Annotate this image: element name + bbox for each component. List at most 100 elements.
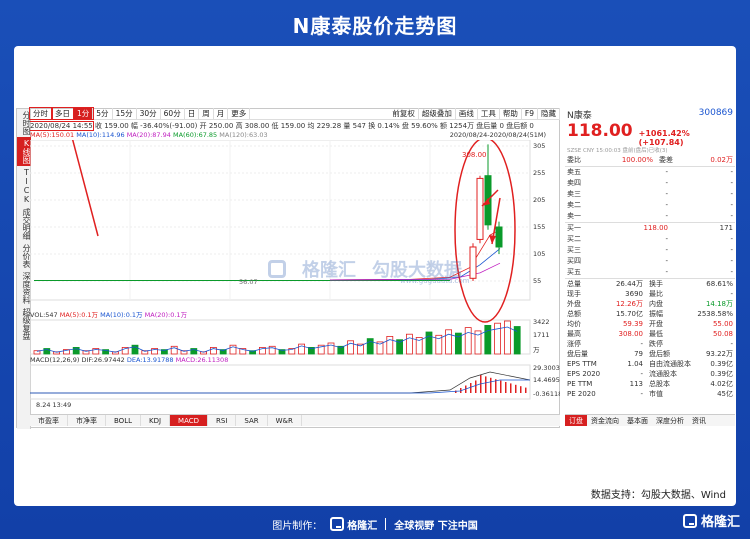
period-tab-4[interactable]: 15分 xyxy=(113,108,137,119)
candle xyxy=(476,177,484,240)
bid-row-1-price: - xyxy=(665,235,668,243)
stat-value-a: - xyxy=(640,390,643,398)
indicator-tab-2[interactable]: BOLL xyxy=(106,415,141,426)
period-tab-6[interactable]: 60分 xyxy=(161,108,185,119)
left-nav-item-2[interactable]: TICK xyxy=(17,166,31,206)
quote-tab-4[interactable]: 资讯 xyxy=(688,415,710,426)
period-tab-0[interactable]: 分时 xyxy=(29,107,53,120)
bid-row-2-label: 买三 xyxy=(567,246,581,254)
ask-row-3-vol: - xyxy=(730,201,733,209)
period-tab-5[interactable]: 30分 xyxy=(137,108,161,119)
stat-value-b: 2538.58% xyxy=(697,310,733,318)
toolbar-tab-3[interactable]: 工具 xyxy=(478,108,500,119)
left-nav-item-1[interactable]: K线图 xyxy=(17,137,31,166)
stat-value-a: 12.26万 xyxy=(615,300,643,308)
stock-change: +1061.42%(+107.84) xyxy=(638,129,690,147)
stat-value-b: 93.22万 xyxy=(705,350,733,358)
stock-sub: SZSE CNY 15:00:03 盘前(盘后)已收(3) xyxy=(567,148,668,154)
left-nav-item-4[interactable]: 分价表 xyxy=(17,242,31,270)
bid-row-1: 买二 - - xyxy=(565,234,735,245)
price-tick: 205 xyxy=(533,196,545,204)
left-nav-item-0[interactable]: 分时图 xyxy=(17,109,31,137)
ask-row-3-label: 卖二 xyxy=(567,201,581,209)
vol-ma-curve xyxy=(36,326,518,353)
bid-row-2-price: - xyxy=(665,246,668,254)
candle xyxy=(495,226,503,248)
toolbar-tab-2[interactable]: 画线 xyxy=(456,108,478,119)
volume-tick: 3422 xyxy=(533,318,550,326)
stat-label-b: 内盘 xyxy=(649,300,663,308)
watermark-url: www.gugudata.com xyxy=(400,277,470,285)
stat-row-6: 涨停 - 跌停 - xyxy=(565,339,735,349)
period-tab-3[interactable]: 5分 xyxy=(93,108,113,119)
stat-label-b: 振幅 xyxy=(649,310,663,318)
data-source: 数据支持：勾股大数据、Wind xyxy=(590,490,726,501)
bid-row-3-price: - xyxy=(665,257,668,265)
range-label: 2020/08/24-2020/08/24(51M) xyxy=(449,131,546,139)
toolbar-tab-4[interactable]: 帮助 xyxy=(500,108,522,119)
indicator-tab-0[interactable]: 市盈率 xyxy=(30,415,68,426)
quote-tab-3[interactable]: 深度分析 xyxy=(652,415,688,426)
macd-bar xyxy=(510,383,512,393)
bid-row-2: 买三 - - xyxy=(565,245,735,256)
left-nav-item-5[interactable]: 深度资料 xyxy=(17,270,31,306)
stat-row-3: 总额 15.70亿 振幅 2538.58% xyxy=(565,309,735,319)
quote-tab-1[interactable]: 资金流向 xyxy=(587,415,623,426)
stat-row-2: 外盘 12.26万 内盘 14.18万 xyxy=(565,299,735,309)
volume-bar xyxy=(503,320,511,355)
period-tab-7[interactable]: 日 xyxy=(185,108,200,119)
bid-row-3-vol: - xyxy=(730,257,733,265)
stat-label-b: 开盘 xyxy=(649,320,663,328)
ma-line: MA(5):150.01 MA(10):114.96 MA(20):87.94 … xyxy=(30,131,560,140)
toolbar-tab-5[interactable]: F9 xyxy=(522,108,538,119)
macd-tick: -0.36118 xyxy=(533,390,560,398)
stat-label-a: EPS 2020 xyxy=(567,370,601,378)
info-date: 2020/08/24 14:55 xyxy=(30,121,94,131)
stock-price: 118.00 xyxy=(567,121,633,141)
bid-row-0-vol: 171 xyxy=(719,224,733,232)
ask-row-3: 卖二 - - xyxy=(565,200,735,211)
stat-value-a: 15.70亿 xyxy=(615,310,643,318)
indicator-tab-1[interactable]: 市净率 xyxy=(68,415,106,426)
period-tab-8[interactable]: 周 xyxy=(199,108,214,119)
stat-label-a: 盘后量 xyxy=(567,350,588,358)
indicator-tab-3[interactable]: KDJ xyxy=(141,415,171,426)
stat-label-b: 自由流通股本 xyxy=(649,360,691,368)
stat-value-b: - xyxy=(730,340,733,348)
macd-bar xyxy=(500,380,502,393)
ma60-label: MA(60):67.85 xyxy=(172,131,218,139)
toolbar-tab-6[interactable]: 隐藏 xyxy=(538,108,560,119)
brand-logo-icon-right xyxy=(682,513,697,528)
vol-header: VOL:547 MA(5):0.1万 MA(10):0.1万 MA(20):0.… xyxy=(30,311,188,319)
toolbar-tab-0[interactable]: 前复权 xyxy=(389,108,419,119)
macd-bar xyxy=(505,382,507,393)
indicator-tab-6[interactable]: SAR xyxy=(236,415,268,426)
time-label: 8.24 13:49 xyxy=(36,401,71,409)
stat-row-7: 盘后量 79 盘后额 93.22万 xyxy=(565,349,735,359)
indicator-tab-4[interactable]: MACD xyxy=(170,415,209,426)
period-tab-9[interactable]: 月 xyxy=(214,108,229,119)
macd-dea-curve xyxy=(30,379,530,394)
stat-label-b: 跌停 xyxy=(649,340,663,348)
stat-label-b: 市值 xyxy=(649,390,663,398)
stat-value-b: - xyxy=(730,290,733,298)
period-tab-2[interactable]: 1分 xyxy=(72,107,95,120)
macd-tick: 29.30030 xyxy=(533,364,560,372)
toolbar-tab-1[interactable]: 超级叠加 xyxy=(419,108,456,119)
watermark-brand: 格隆汇 xyxy=(302,260,356,281)
indicator-tab-7[interactable]: W&R xyxy=(268,415,302,426)
left-nav-item-3[interactable]: 成交明细 xyxy=(17,206,31,242)
quote-tab-2[interactable]: 基本面 xyxy=(623,415,652,426)
volume-bar xyxy=(445,329,453,355)
price-low-label: 56.07 xyxy=(239,278,258,286)
ask-row-3-price: - xyxy=(665,201,668,209)
quote-tab-0[interactable]: 订盘 xyxy=(565,415,587,426)
macd-bar xyxy=(485,376,487,393)
volume-tick: 万 xyxy=(533,346,540,354)
period-tab-10[interactable]: 更多 xyxy=(228,108,251,119)
period-tab-1[interactable]: 多日 xyxy=(51,107,75,120)
price-tick: 305 xyxy=(533,142,545,150)
stat-label-a: PE 2020 xyxy=(567,390,596,398)
indicator-tab-5[interactable]: RSI xyxy=(208,415,237,426)
left-nav-item-6[interactable]: 超级复盘 xyxy=(17,306,31,342)
